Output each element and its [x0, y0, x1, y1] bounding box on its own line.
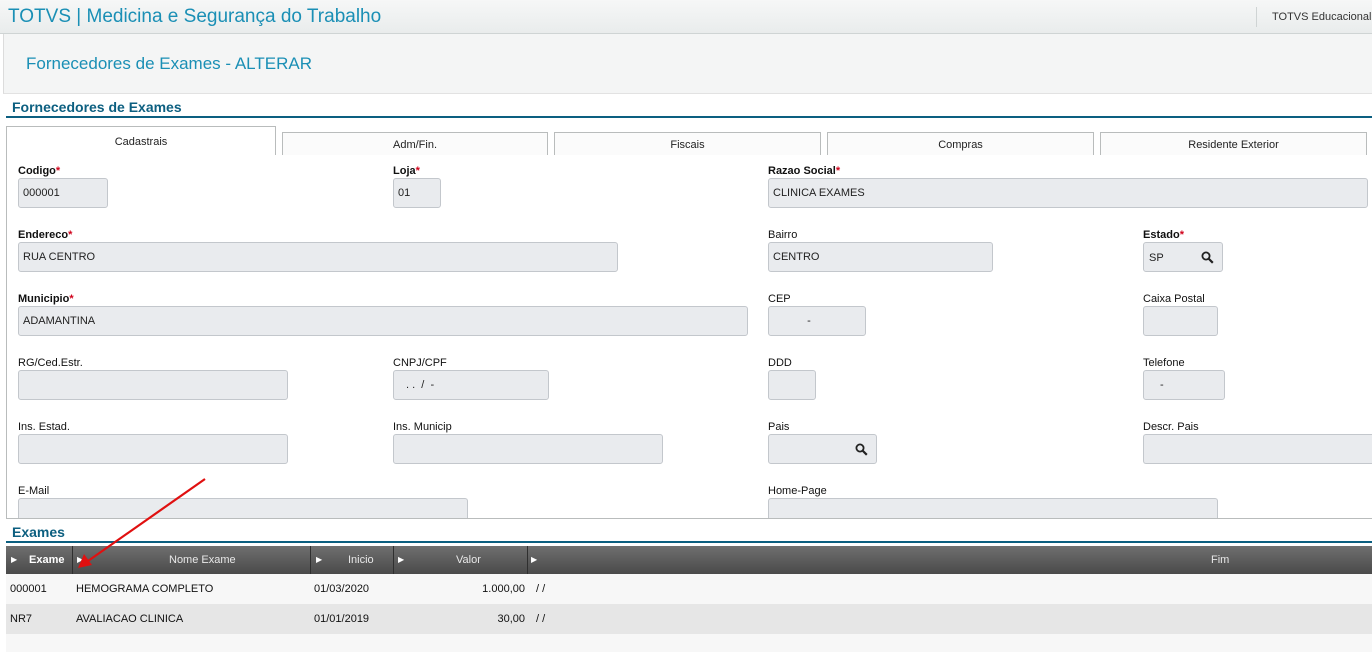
cell-exame: 000001: [10, 583, 47, 595]
label-codigo: Codigo*: [18, 165, 61, 177]
brand-label: TOTVS Educacional: [1272, 11, 1372, 23]
label-endereco: Endereco*: [18, 229, 73, 241]
tab-cadastrais[interactable]: Cadastrais: [6, 126, 276, 156]
label-email: E-Mail: [18, 485, 50, 497]
column-separator: [393, 546, 394, 574]
section-title-fornecedores: Fornecedores de Exames: [12, 99, 182, 115]
ins-estad-field[interactable]: [18, 434, 288, 464]
section-divider-exames: [6, 541, 1372, 543]
column-inicio[interactable]: Inicio: [348, 546, 374, 574]
triangle-right-icon[interactable]: ▶: [77, 546, 87, 574]
label-ddd: DDD: [768, 357, 792, 369]
label-descr-pais: Descr. Pais: [1143, 421, 1199, 433]
ins-municip-field[interactable]: [393, 434, 663, 464]
label-cnpj-cpf: CNPJ/CPF: [393, 357, 447, 369]
descr-pais-field[interactable]: [1143, 434, 1372, 464]
razao-social-field[interactable]: [768, 178, 1368, 208]
label-ins-estad: Ins. Estad.: [18, 421, 70, 433]
label-loja: Loja*: [393, 165, 420, 177]
label-pais: Pais: [768, 421, 790, 433]
app-title: TOTVS | Medicina e Segurança do Trabalho: [8, 6, 382, 27]
estado-value: SP: [1149, 252, 1164, 264]
section-divider: [6, 116, 1372, 118]
table-row[interactable]: [6, 604, 1372, 634]
estado-lookup-field[interactable]: SP: [1143, 242, 1223, 272]
codigo-field[interactable]: [18, 178, 108, 208]
cell-fim: / /: [536, 583, 546, 595]
magnifier-icon[interactable]: [1201, 251, 1214, 264]
label-estado: Estado*: [1143, 229, 1184, 241]
column-separator: [72, 546, 73, 574]
label-caixa-postal: Caixa Postal: [1143, 293, 1205, 305]
cell-valor: 30,00: [497, 613, 525, 625]
grid-empty-area: [6, 634, 1372, 652]
label-ins-municip: Ins. Municip: [393, 421, 452, 433]
tab-adm-fin[interactable]: Adm/Fin.: [282, 132, 548, 156]
cell-nome-exame: AVALIACAO CLINICA: [76, 613, 184, 625]
label-razao-social: Razao Social*: [768, 165, 841, 177]
label-rg: RG/Ced.Estr.: [18, 357, 83, 369]
cell-exame: NR7: [10, 613, 33, 625]
label-bairro: Bairro: [768, 229, 798, 241]
tab-fiscais[interactable]: Fiscais: [554, 132, 821, 156]
column-exame[interactable]: Exame: [29, 546, 64, 574]
triangle-right-icon[interactable]: ▶: [531, 546, 541, 574]
cep-field[interactable]: [768, 306, 866, 336]
cell-valor: 1.000,00: [482, 583, 525, 595]
triangle-right-icon[interactable]: ▶: [316, 546, 326, 574]
municipio-field[interactable]: [18, 306, 748, 336]
triangle-right-icon[interactable]: ▶: [398, 546, 408, 574]
rg-field[interactable]: [18, 370, 288, 400]
loja-field[interactable]: [393, 178, 441, 208]
column-separator: [527, 546, 528, 574]
brand-divider: [1256, 7, 1257, 27]
page-title: Fornecedores de Exames - ALTERAR: [26, 54, 312, 73]
column-separator: [310, 546, 311, 574]
ddd-field[interactable]: [768, 370, 816, 400]
cell-nome-exame: HEMOGRAMA COMPLETO: [76, 583, 214, 595]
cnpj-cpf-field[interactable]: [393, 370, 549, 400]
column-nome-exame[interactable]: Nome Exame: [169, 546, 236, 574]
telefone-field[interactable]: [1143, 370, 1225, 400]
caixa-postal-field[interactable]: [1143, 306, 1218, 336]
label-cep: CEP: [768, 293, 791, 305]
label-municipio: Municipio*: [18, 293, 74, 305]
active-tab-gap: [7, 155, 276, 157]
cell-inicio: 01/01/2019: [314, 613, 370, 625]
pais-lookup-field[interactable]: [768, 434, 877, 464]
magnifier-icon[interactable]: [855, 443, 868, 456]
label-telefone: Telefone: [1143, 357, 1185, 369]
bairro-field[interactable]: [768, 242, 993, 272]
cell-inicio: 01/03/2020: [314, 583, 370, 595]
form-panel: [6, 155, 1372, 519]
endereco-field[interactable]: [18, 242, 618, 272]
tab-residente-exterior[interactable]: Residente Exterior: [1100, 132, 1367, 156]
home-page-field[interactable]: [768, 498, 1218, 518]
email-field[interactable]: [18, 498, 468, 518]
column-fim[interactable]: Fim: [1211, 546, 1229, 574]
column-valor[interactable]: Valor: [456, 546, 481, 574]
cell-fim: / /: [536, 613, 546, 625]
section-title-exames: Exames: [12, 524, 65, 540]
label-home-page: Home-Page: [768, 485, 827, 497]
triangle-right-icon[interactable]: ▶: [11, 546, 21, 574]
tab-compras[interactable]: Compras: [827, 132, 1094, 156]
